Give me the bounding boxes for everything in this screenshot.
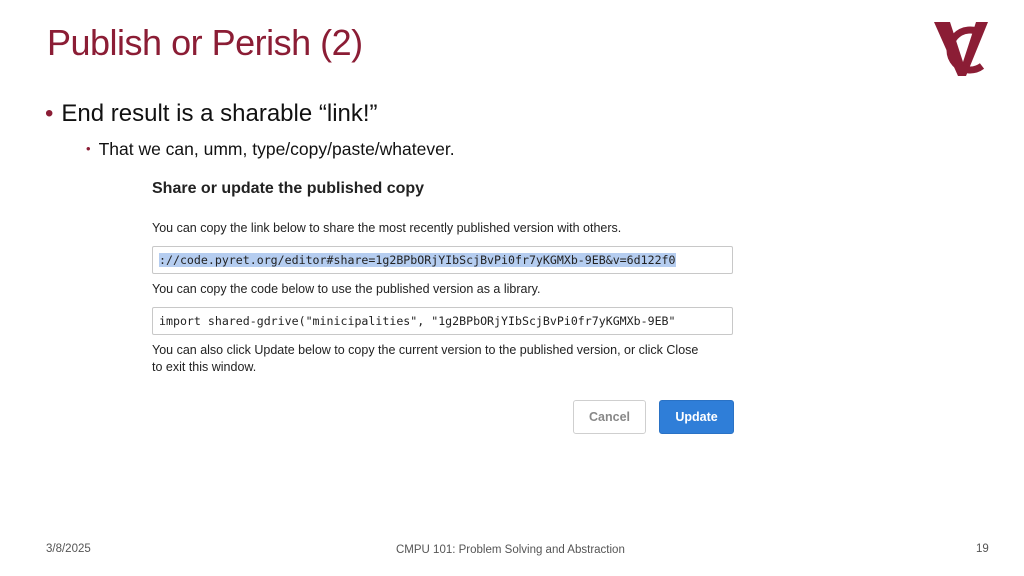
share-link-text: ://code.pyret.org/editor#share=1g2BPbORj…: [159, 253, 676, 267]
update-instruction-line1: You can also click Update below to copy …: [152, 343, 699, 357]
footer-course: CMPU 101: Problem Solving and Abstractio…: [396, 544, 625, 556]
bullet-dot-icon: •: [86, 141, 91, 156]
link-instruction: You can copy the link below to share the…: [152, 221, 622, 235]
vassar-logo-icon: [934, 22, 988, 76]
update-instruction-line2: to exit this window.: [152, 360, 257, 374]
bullet-main: • End result is a sharable “link!”: [45, 100, 378, 128]
bullet-dot-icon: •: [45, 100, 54, 127]
update-instruction: You can also click Update below to copy …: [152, 342, 698, 376]
bullet-sub-text: That we can, umm, type/copy/paste/whatev…: [98, 139, 455, 159]
share-dialog: Share or update the published copy You c…: [152, 176, 742, 446]
dialog-title: Share or update the published copy: [152, 180, 425, 197]
import-code-text: import shared-gdrive("minicipalities", "…: [159, 314, 676, 328]
update-button[interactable]: Update: [659, 400, 734, 434]
bullet-main-text: End result is a sharable “link!”: [61, 100, 378, 127]
footer-date: 3/8/2025: [46, 543, 91, 555]
share-link-field[interactable]: ://code.pyret.org/editor#share=1g2BPbORj…: [152, 246, 733, 274]
cancel-button[interactable]: Cancel: [573, 400, 646, 434]
bullet-sub: • That we can, umm, type/copy/paste/whate…: [86, 139, 455, 160]
slide-title: Publish or Perish (2): [47, 22, 363, 63]
page-number: 19: [976, 543, 989, 555]
import-code-field[interactable]: import shared-gdrive("minicipalities", "…: [152, 307, 733, 335]
code-instruction: You can copy the code below to use the p…: [152, 282, 541, 296]
